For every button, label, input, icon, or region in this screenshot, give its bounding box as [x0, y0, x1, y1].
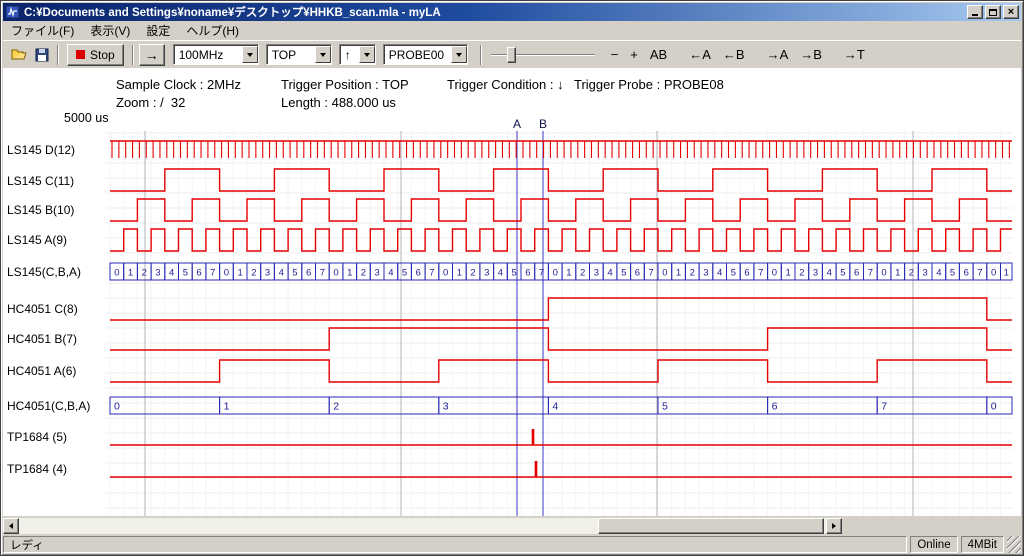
toolbar-separator — [57, 45, 59, 65]
horizontal-scrollbar[interactable] — [3, 518, 842, 534]
zoom-info: Zoom : / 32 — [116, 95, 185, 110]
channel-label: HC4051 B(7) — [7, 332, 77, 346]
trigger-edge-select[interactable]: ↑ — [339, 44, 376, 65]
minimize-icon — [972, 14, 978, 16]
trigger-edge-value: ↑ — [340, 48, 356, 62]
time-scale-label: 5000 us — [64, 111, 108, 125]
channel-label: LS145 D(12) — [7, 143, 75, 157]
channel-label: HC4051 C(8) — [7, 302, 78, 316]
close-button[interactable]: × — [1003, 5, 1019, 19]
run-button[interactable]: → — [139, 44, 165, 66]
right-b-button[interactable]: →B — [794, 44, 828, 66]
menu-view[interactable]: 表示(V) — [82, 20, 138, 41]
channel-label: TP1684 (4) — [7, 462, 67, 476]
trigger-condition-info: Trigger Condition : ↓ — [447, 77, 564, 92]
channel-label: LS145 B(10) — [7, 203, 74, 217]
scroll-left-button[interactable] — [3, 518, 19, 534]
channel-label: LS145(C,B,A) — [7, 265, 81, 279]
maximize-icon — [989, 9, 997, 16]
toolbar-separator — [480, 45, 482, 65]
right-a-button[interactable]: →A — [761, 44, 795, 66]
menu-help[interactable]: ヘルプ(H) — [178, 20, 247, 41]
status-online: Online — [910, 536, 957, 553]
trigger-probe-select[interactable]: PROBE00 — [383, 44, 468, 65]
trigger-probe-info: Trigger Probe : PROBE08 — [574, 77, 724, 92]
menu-settings[interactable]: 設定 — [138, 20, 178, 41]
scrollbar-thumb[interactable] — [598, 518, 824, 534]
triangle-left-icon — [9, 523, 13, 529]
chevron-down-icon[interactable] — [242, 46, 258, 63]
cursor-b-label: B — [539, 117, 547, 131]
run-arrow-icon: → — [145, 47, 159, 63]
zoom-in-button[interactable]: + — [624, 44, 644, 66]
toolbar: Stop → 100MHz TOP ↑ PROBE00 − + AB ←A ←B… — [3, 40, 1021, 68]
maximize-button[interactable] — [985, 5, 1001, 19]
statusbar: レディ Online 4MBit — [3, 534, 1021, 553]
scroll-right-button[interactable] — [826, 518, 842, 534]
slider-thumb[interactable] — [507, 47, 516, 63]
window-controls: × — [967, 5, 1019, 19]
chevron-down-icon[interactable] — [451, 46, 467, 63]
open-file-button[interactable] — [8, 44, 32, 66]
minimize-button[interactable] — [967, 5, 983, 19]
channel-label: LS145 C(11) — [7, 174, 74, 188]
waveform-area[interactable] — [3, 68, 1021, 516]
chevron-down-icon[interactable] — [359, 46, 375, 63]
stop-icon — [76, 50, 85, 59]
folder-open-icon — [11, 48, 29, 61]
left-b-button[interactable]: ←B — [717, 44, 751, 66]
trigger-position-info: Trigger Position : TOP — [281, 77, 409, 92]
stop-button[interactable]: Stop — [67, 44, 124, 66]
window-title: C:¥Documents and Settings¥noname¥デスクトップ¥… — [24, 4, 967, 20]
ab-button[interactable]: AB — [644, 44, 673, 66]
floppy-icon — [35, 48, 49, 62]
sample-clock-value: 100MHz — [174, 48, 229, 62]
titlebar[interactable]: C:¥Documents and Settings¥noname¥デスクトップ¥… — [3, 3, 1021, 21]
save-button[interactable] — [32, 44, 52, 66]
length-info: Length : 488.000 us — [281, 95, 396, 110]
resize-grip[interactable] — [1007, 536, 1021, 553]
zoom-slider[interactable] — [491, 45, 595, 65]
triangle-down — [320, 53, 326, 57]
app-icon — [6, 5, 20, 19]
close-icon: × — [1008, 7, 1014, 17]
channel-label: TP1684 (5) — [7, 430, 67, 444]
status-memory: 4MBit — [961, 536, 1004, 553]
left-a-button[interactable]: ←A — [683, 44, 717, 66]
sample-clock-select[interactable]: 100MHz — [173, 44, 259, 65]
sample-clock-info: Sample Clock : 2MHz — [116, 77, 241, 92]
trigger-position-select[interactable]: TOP — [266, 44, 332, 65]
toolbar-separator — [132, 45, 134, 65]
chevron-down-icon[interactable] — [315, 46, 331, 63]
channel-label: HC4051(C,B,A) — [7, 399, 90, 413]
stop-label: Stop — [90, 48, 115, 62]
trigger-position-value: TOP — [267, 48, 301, 62]
channel-label: LS145 A(9) — [7, 233, 67, 247]
goto-trigger-button[interactable]: →T — [838, 44, 871, 66]
triangle-right-icon — [832, 523, 836, 529]
triangle-down — [247, 53, 253, 57]
status-ready: レディ — [3, 536, 907, 553]
triangle-down — [364, 53, 370, 57]
triangle-down — [456, 53, 462, 57]
menu-file[interactable]: ファイル(F) — [3, 20, 82, 41]
cursor-a-label: A — [513, 117, 521, 131]
menubar: ファイル(F) 表示(V) 設定 ヘルプ(H) — [3, 21, 1021, 40]
channel-label: HC4051 A(6) — [7, 364, 76, 378]
zoom-out-button[interactable]: − — [605, 44, 625, 66]
trigger-probe-value: PROBE00 — [384, 48, 449, 62]
